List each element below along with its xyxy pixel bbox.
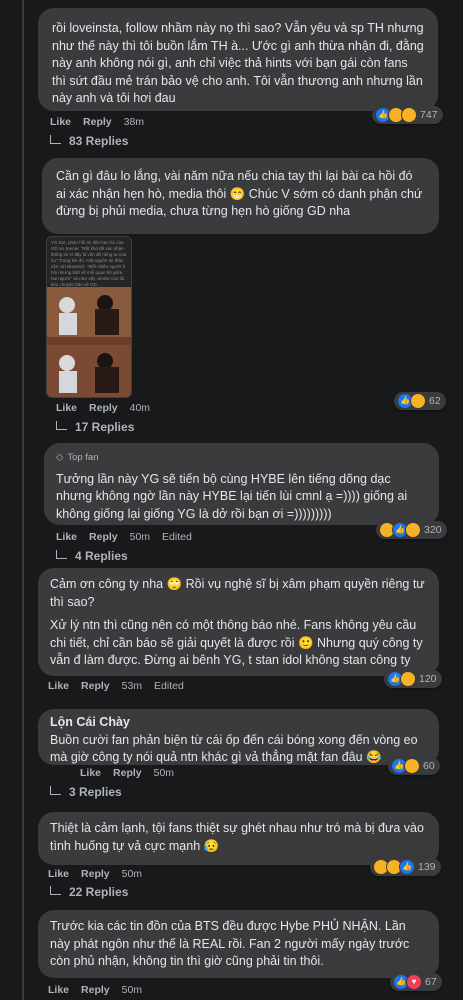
reaction-summary[interactable]: 👍 747 <box>372 106 443 124</box>
thread-line <box>22 0 24 1000</box>
reply-arrow-icon <box>50 885 61 895</box>
haha-reaction-icon <box>410 393 426 409</box>
reaction-count: 747 <box>420 109 438 121</box>
comment-time: 50m <box>121 984 143 996</box>
sad-reaction-icon <box>401 107 417 123</box>
reaction-count: 60 <box>423 760 435 772</box>
comment-actions: Like Reply 50m <box>48 868 142 880</box>
like-button[interactable]: Like <box>56 531 77 543</box>
sad-reaction-icon <box>400 671 416 687</box>
commenter-name[interactable]: Lộn Cái Chày <box>50 714 427 732</box>
reaction-summary[interactable]: 👍 120 <box>384 670 442 688</box>
reply-arrow-icon <box>50 134 61 144</box>
comment-time: 53m <box>121 680 143 692</box>
replies-count: 17 Replies <box>75 420 135 434</box>
reply-button[interactable]: Reply <box>89 531 118 543</box>
view-replies-button[interactable]: 83 Replies <box>50 134 128 148</box>
view-replies-button[interactable]: 22 Replies <box>50 885 128 899</box>
comment-actions: Like Reply 53m Edited <box>48 680 184 692</box>
attached-image[interactable]: YG Ent. phản hồi tin đồn hẹn hò của GD v… <box>46 236 132 398</box>
comment-time: 50m <box>153 767 175 779</box>
comment-actions: Like Reply 50m <box>48 984 142 996</box>
comment-time: 50m <box>121 868 143 880</box>
comment-text: Trước kia các tin đồn của BTS đều được H… <box>50 919 410 968</box>
reply-button[interactable]: Reply <box>81 680 110 692</box>
reaction-summary[interactable]: 👍 60 <box>388 757 440 775</box>
reaction-summary[interactable]: 👍 62 <box>394 392 446 410</box>
reaction-summary[interactable]: 👍 139 <box>370 858 441 876</box>
view-replies-button[interactable]: 3 Replies <box>50 785 122 799</box>
badge-label: Top fan <box>67 452 99 463</box>
comment-bubble: Cảm ơn công ty nha 🙄 Rồi vụ nghệ sĩ bị x… <box>38 568 439 676</box>
sad-reaction-icon <box>405 522 421 538</box>
edited-label: Edited <box>154 680 184 692</box>
reaction-count: 62 <box>429 395 441 407</box>
replies-count: 3 Replies <box>69 785 122 799</box>
reaction-count: 120 <box>419 673 437 685</box>
comment-bubble: Trước kia các tin đồn của BTS đều được H… <box>38 910 439 978</box>
reaction-summary[interactable]: 👍 ♥ 67 <box>390 973 442 991</box>
reply-button[interactable]: Reply <box>89 402 118 414</box>
comment-bubble: Cần gì đâu lo lắng, vài năm nữa nếu chia… <box>42 158 439 234</box>
image-caption-text: YG Ent. phản hồi tin đồn hẹn hò của GD v… <box>51 240 127 287</box>
like-button[interactable]: Like <box>80 767 101 779</box>
comment-bubble: ◇ Top fan Tưởng lần này YG sẽ tiến bộ cù… <box>44 443 439 525</box>
comment-text: Cảm ơn công ty nha 🙄 Rồi vụ nghệ sĩ bị x… <box>50 577 425 609</box>
comment-actions: Like Reply 40m <box>56 402 150 414</box>
reply-button[interactable]: Reply <box>81 868 110 880</box>
like-button[interactable]: Like <box>48 680 69 692</box>
comment-bubble: Lộn Cái Chày Buồn cười fan phản biện từ … <box>38 709 439 765</box>
reaction-summary[interactable]: 👍 320 <box>376 521 447 539</box>
reply-arrow-icon <box>50 785 61 795</box>
replies-count: 4 Replies <box>75 549 128 563</box>
like-button[interactable]: Like <box>48 868 69 880</box>
photo-couple <box>47 287 131 397</box>
like-reaction-icon: 👍 <box>399 859 415 875</box>
comment-text: Tưởng lần này YG sẽ tiến bộ cùng HYBE lê… <box>56 471 408 521</box>
top-fan-badge: ◇ Top fan <box>56 449 427 467</box>
comment-text: Thiệt là cảm lạnh, tội fans thiệt sự ghé… <box>50 821 424 853</box>
reply-arrow-icon <box>56 420 67 430</box>
reply-arrow-icon <box>56 549 67 559</box>
reply-button[interactable]: Reply <box>83 116 112 128</box>
comment-time: 50m <box>129 531 151 543</box>
haha-reaction-icon <box>404 758 420 774</box>
comment-text: Cần gì đâu lo lắng, vài năm nữa nếu chia… <box>56 169 423 218</box>
reaction-count: 139 <box>418 861 436 873</box>
diamond-icon: ◇ <box>56 452 64 463</box>
reaction-count: 67 <box>425 976 437 988</box>
comment-text-2: Xử lý ntn thì cũng nên có một thông báo … <box>50 618 423 667</box>
like-button[interactable]: Like <box>48 984 69 996</box>
comment-time: 40m <box>129 402 151 414</box>
like-button[interactable]: Like <box>50 116 71 128</box>
reply-button[interactable]: Reply <box>113 767 142 779</box>
love-reaction-icon: ♥ <box>406 974 422 990</box>
comment-text: rồi loveinsta, follow nhầm này nọ thì sa… <box>52 21 424 105</box>
view-replies-button[interactable]: 4 Replies <box>56 549 128 563</box>
replies-count: 22 Replies <box>69 885 129 899</box>
like-button[interactable]: Like <box>56 402 77 414</box>
comment-text: Buồn cười fan phản biện từ cái ốp đến cá… <box>50 732 418 765</box>
comment-time: 38m <box>123 116 145 128</box>
reply-button[interactable]: Reply <box>81 984 110 996</box>
edited-label: Edited <box>162 531 192 543</box>
comment-actions: Like Reply 50m Edited <box>56 531 192 543</box>
reaction-count: 320 <box>424 524 442 536</box>
replies-count: 83 Replies <box>69 134 129 148</box>
comment-bubble: rồi loveinsta, follow nhầm này nọ thì sa… <box>38 8 438 111</box>
comment-actions: Like Reply 50m <box>80 767 174 779</box>
view-replies-button[interactable]: 17 Replies <box>56 420 134 434</box>
comment-actions: Like Reply 38m <box>50 116 144 128</box>
